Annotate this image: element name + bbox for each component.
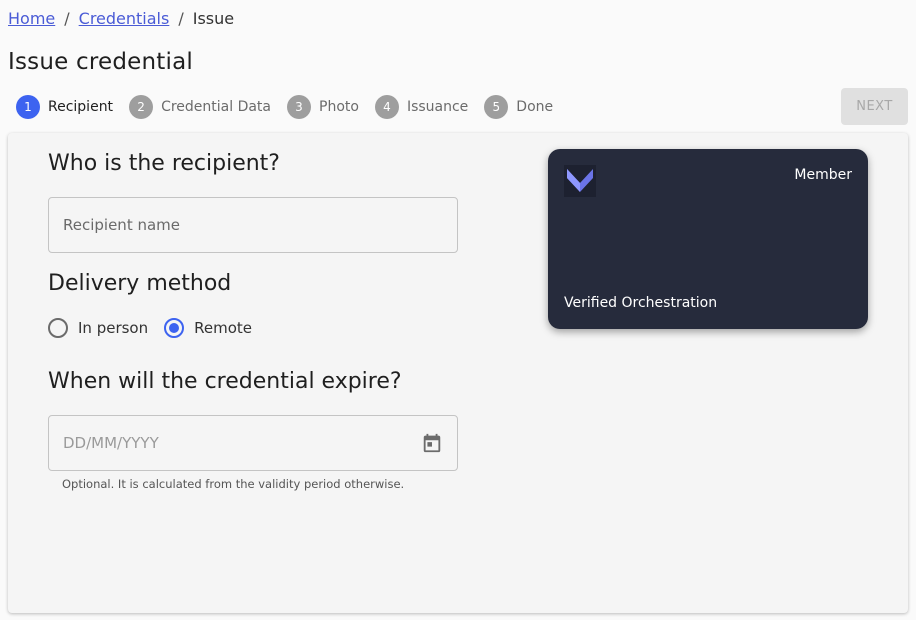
breadcrumb-separator: / — [64, 9, 70, 28]
breadcrumb-current: Issue — [192, 9, 235, 28]
next-button[interactable]: NEXT — [841, 88, 908, 125]
recipient-heading: Who is the recipient? — [48, 151, 280, 176]
step-number: 4 — [374, 95, 399, 119]
radio-unchecked-icon[interactable] — [48, 318, 68, 338]
radio-label-in-person: In person — [78, 319, 149, 337]
breadcrumb-separator: / — [178, 9, 184, 28]
step-issuance[interactable]: 4 Issuance — [374, 95, 469, 119]
step-done[interactable]: 5 Done — [484, 95, 553, 119]
step-photo[interactable]: 3 Photo — [287, 95, 359, 119]
expiry-date-input[interactable] — [63, 434, 421, 452]
expiry-date-field[interactable] — [48, 415, 458, 471]
delivery-method-heading: Delivery method — [48, 271, 232, 296]
step-label: Issuance — [406, 99, 469, 115]
radio-checked-icon[interactable] — [164, 318, 185, 338]
step-label: Credential Data — [161, 99, 271, 115]
delivery-method-radio-group: In person Remote — [48, 318, 268, 338]
step-label: Photo — [319, 99, 359, 115]
breadcrumb-link-credentials[interactable]: Credentials — [79, 9, 170, 28]
page-title: Issue credential — [8, 49, 193, 75]
step-recipient[interactable]: 1 Recipient — [16, 95, 113, 119]
recipient-name-field[interactable] — [48, 197, 458, 253]
step-number: 1 — [16, 95, 40, 119]
breadcrumb-link-home[interactable]: Home — [8, 9, 55, 28]
step-label: Done — [516, 99, 554, 115]
stepper: 1 Recipient 2 Credential Data 3 Photo 4 … — [16, 95, 569, 119]
card-type-label: Member — [794, 167, 852, 183]
expiry-helper-text: Optional. It is calculated from the vali… — [62, 477, 405, 491]
radio-label-remote: Remote — [194, 319, 253, 337]
chevron-v-logo-icon — [564, 165, 596, 197]
step-number: 2 — [129, 95, 154, 119]
recipient-form-panel: Who is the recipient? Delivery method In… — [8, 133, 908, 613]
step-label: Recipient — [48, 99, 114, 115]
radio-remote[interactable]: Remote — [164, 318, 252, 338]
breadcrumb: Home / Credentials / Issue — [8, 9, 234, 28]
expiry-heading: When will the credential expire? — [48, 369, 402, 394]
recipient-name-input[interactable] — [63, 216, 443, 234]
card-org-name: Verified Orchestration — [564, 295, 718, 311]
credential-card-preview: Member Verified Orchestration — [548, 149, 868, 329]
radio-in-person[interactable]: In person — [48, 318, 148, 338]
step-credential-data[interactable]: 2 Credential Data — [129, 95, 271, 119]
calendar-icon[interactable] — [421, 432, 443, 454]
step-number: 5 — [484, 95, 509, 119]
step-number: 3 — [287, 95, 311, 119]
